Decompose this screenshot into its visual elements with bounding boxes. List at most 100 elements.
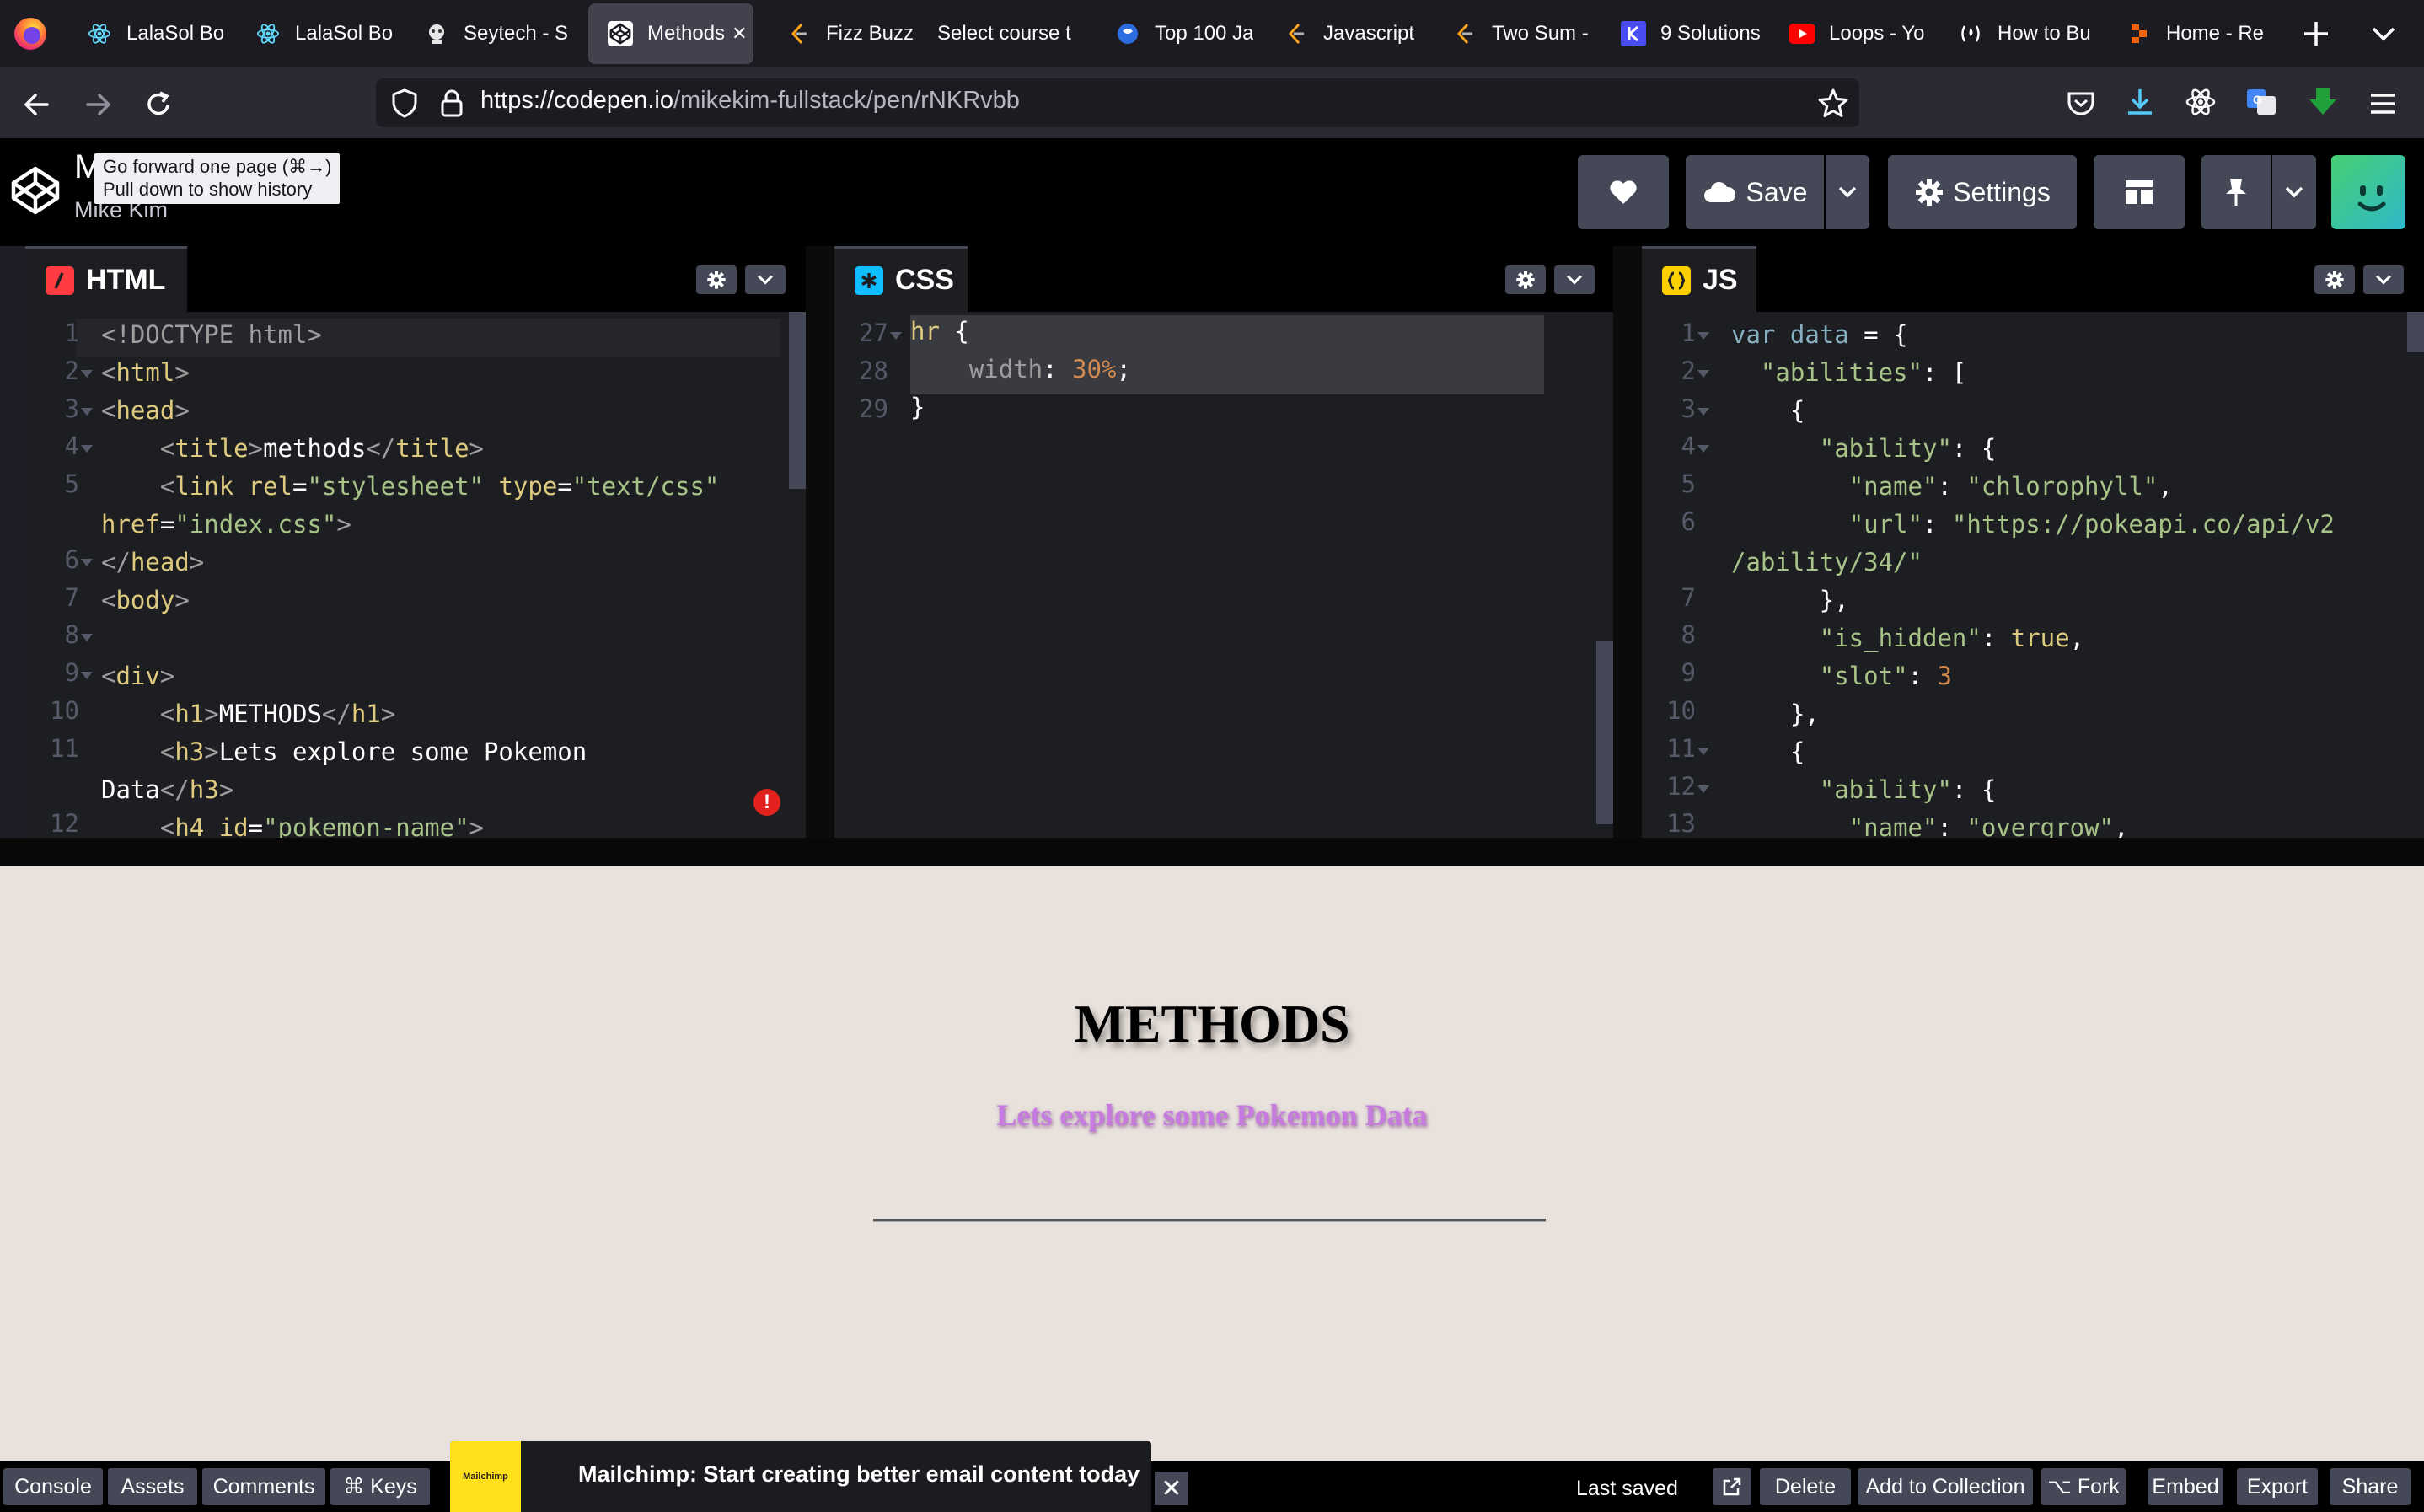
save-options-dropdown[interactable] (1826, 155, 1869, 229)
secure-lock-icon[interactable] (435, 86, 469, 120)
downloads-icon[interactable] (2122, 84, 2158, 120)
share-button[interactable]: Share (2330, 1468, 2411, 1505)
browser-tab[interactable]: Select course t (919, 3, 1087, 64)
fold-arrow-icon[interactable] (890, 332, 902, 340)
fold-arrow-icon[interactable] (1697, 445, 1709, 453)
css-settings-button[interactable] (1505, 265, 1546, 294)
fold-arrow-icon[interactable] (81, 558, 93, 566)
pane-divider[interactable] (806, 246, 834, 838)
html-options-dropdown[interactable] (745, 265, 786, 294)
replit-icon (2126, 20, 2153, 47)
browser-tab[interactable]: Javascript (1264, 3, 1429, 64)
line-number: 11 (50, 733, 79, 763)
fold-arrow-icon[interactable] (81, 369, 93, 378)
new-tab-plus-icon[interactable] (2299, 17, 2333, 51)
line-number: 2 (1681, 356, 1696, 385)
css-editor-tab[interactable]: CSS (834, 246, 968, 312)
translate-extension-icon[interactable]: G (2244, 84, 2279, 120)
console-button[interactable]: Console (3, 1468, 103, 1505)
tab-active[interactable]: Methods ✕ (588, 3, 753, 64)
react-icon (255, 20, 282, 47)
tracking-protection-shield-icon[interactable] (388, 86, 421, 120)
browser-tab[interactable]: Two Sum - (1433, 3, 1598, 64)
seytech-icon (423, 20, 450, 47)
pane-divider[interactable] (1613, 246, 1642, 838)
firefox-logo-icon[interactable] (12, 15, 49, 52)
reload-icon[interactable] (140, 86, 177, 123)
js-options-dropdown[interactable] (2363, 265, 2404, 294)
url-text[interactable]: https://codepen.io/mikekim-fullstack/pen… (480, 87, 1020, 115)
error-exclamation-icon[interactable]: ! (753, 789, 780, 816)
tab-title: How to Bu (1998, 22, 2091, 45)
open-external-button[interactable] (1713, 1468, 1751, 1505)
mailchimp-logo[interactable]: Mailchimp (450, 1441, 521, 1512)
keys-button[interactable]: ⌘ Keys (330, 1468, 430, 1505)
forward-arrow-icon[interactable] (79, 86, 116, 123)
tab-title: Home - Re (2166, 22, 2265, 45)
ad-text[interactable]: Mailchimp: Start creating better email c… (578, 1461, 1140, 1488)
back-arrow-icon[interactable] (19, 86, 56, 123)
embed-button[interactable]: Embed (2148, 1468, 2223, 1505)
fold-arrow-icon[interactable] (81, 634, 93, 642)
comments-button[interactable]: Comments (202, 1468, 325, 1505)
save-button[interactable]: Save (1686, 155, 1824, 229)
browser-tab[interactable]: Home - Re (2107, 3, 2272, 64)
user-avatar[interactable] (2331, 155, 2405, 229)
browser-tab[interactable]: Fizz Buzz - (767, 3, 915, 64)
fork-button[interactable]: ⌥ Fork (2041, 1468, 2126, 1505)
export-button[interactable]: Export (2237, 1468, 2318, 1505)
preview-resize-bar[interactable] (0, 838, 2424, 866)
fold-arrow-icon[interactable] (1697, 785, 1709, 793)
preview-pane (0, 866, 2424, 1461)
pin-button[interactable] (2201, 155, 2271, 229)
delete-button[interactable]: Delete (1760, 1468, 1851, 1505)
html-scrollbar[interactable] (789, 312, 806, 489)
list-all-tabs-chevron-icon[interactable] (2368, 20, 2399, 47)
ad-close-button[interactable]: ✕ (1155, 1472, 1188, 1505)
js-code-editor[interactable]: 1 2 3 4 5 6 7 8 9 10 11 12 13 (1642, 312, 2424, 838)
app-menu-hamburger-icon[interactable] (2365, 86, 2400, 121)
leetcode-icon (1283, 20, 1310, 47)
css-scrollbar[interactable] (1596, 641, 1613, 824)
close-tab-icon[interactable]: ✕ (732, 23, 747, 45)
fold-arrow-icon[interactable] (1697, 747, 1709, 755)
assets-button[interactable]: Assets (108, 1468, 197, 1505)
leetcode-icon (1451, 20, 1478, 47)
fold-arrow-icon[interactable] (81, 407, 93, 416)
react-devtools-icon[interactable] (2183, 84, 2218, 120)
browser-tab[interactable]: LalaSol Bo (236, 3, 401, 64)
tooltip-line-1: Go forward one page (⌘→) (103, 156, 332, 177)
js-settings-button[interactable] (2314, 265, 2355, 294)
css-options-dropdown[interactable] (1554, 265, 1595, 294)
codepen-logo-icon[interactable] (8, 164, 62, 217)
fold-arrow-icon[interactable] (81, 445, 93, 453)
html-settings-button[interactable] (696, 265, 737, 294)
fold-arrow-icon[interactable] (1697, 332, 1709, 340)
pocket-icon[interactable] (2063, 86, 2099, 121)
add-to-collection-button[interactable]: Add to Collection (1858, 1468, 2033, 1505)
browser-tab[interactable]: Seytech - S (405, 3, 573, 64)
line-number: 12 (50, 809, 79, 838)
fold-arrow-icon[interactable] (1697, 407, 1709, 416)
change-view-button[interactable] (2094, 155, 2185, 229)
like-button[interactable] (1578, 155, 1669, 229)
tab-title: LalaSol Bo (295, 22, 394, 45)
settings-button[interactable]: Settings (1888, 155, 2077, 229)
fold-arrow-icon[interactable] (81, 672, 93, 680)
browser-tab[interactable]: Top 100 Ja (1096, 3, 1261, 64)
js-braces-icon (1662, 265, 1691, 295)
html-code-editor[interactable]: 1 2 3 4 5 6 7 8 9 10 11 12 ! (25, 312, 806, 838)
green-download-arrow-icon[interactable] (2304, 83, 2341, 120)
bookmark-star-icon[interactable] (1815, 86, 1851, 121)
css-code-editor[interactable]: 27 28 29 (834, 312, 1613, 838)
browser-tab[interactable]: Loops - Yo (1770, 3, 1935, 64)
svg-text:G: G (2253, 93, 2262, 106)
browser-tab[interactable]: 9 Solutions (1601, 3, 1767, 64)
browser-tab[interactable]: How to Bu (1939, 3, 2104, 64)
pin-options-dropdown[interactable] (2272, 155, 2316, 229)
html-editor-tab[interactable]: HTML (25, 246, 187, 312)
js-editor-tab[interactable]: JS (1642, 246, 1756, 312)
fold-arrow-icon[interactable] (1697, 369, 1709, 378)
js-scrollbar[interactable] (2407, 312, 2424, 352)
browser-tab[interactable]: LalaSol Bo (67, 3, 233, 64)
